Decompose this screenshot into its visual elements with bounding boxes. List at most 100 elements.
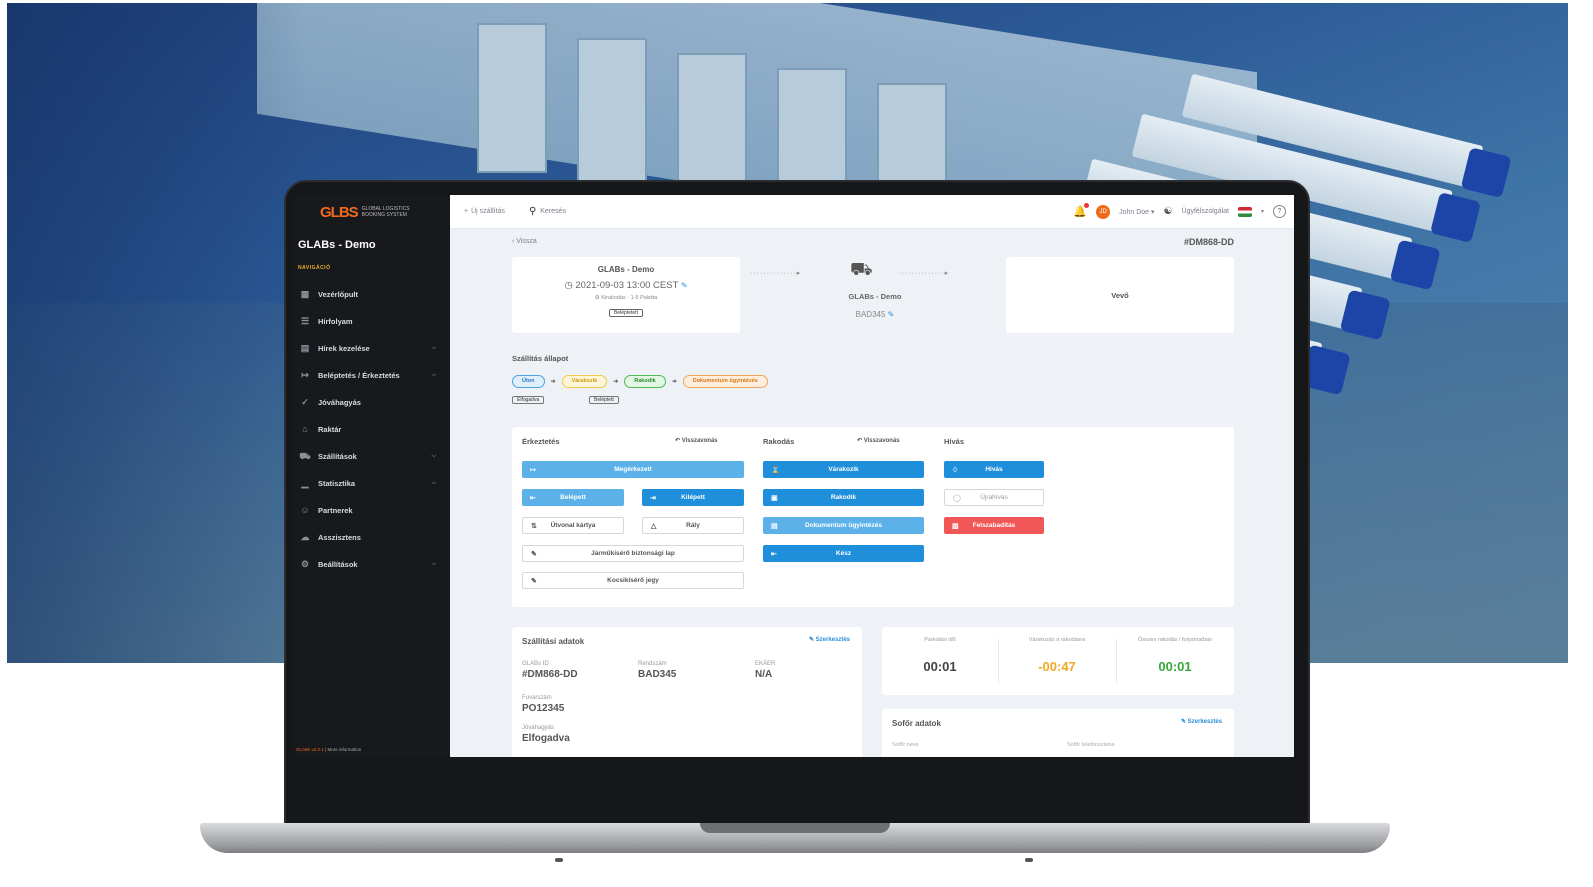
ramp-button[interactable]: △ Rály <box>642 517 744 534</box>
status-chip-waiting: Várakozik <box>561 375 608 388</box>
timer-value: 00:01 <box>923 659 957 674</box>
recall-icon: ◯ <box>953 494 961 502</box>
glabs-id-field: GLABs ID #DM868-DD <box>522 661 578 680</box>
back-link[interactable]: ‹ Vissza <box>512 238 537 245</box>
dock-door <box>477 23 547 173</box>
shipping-data-card: Szállítási adatok ✎ Szerkesztés GLABs ID… <box>512 627 862 757</box>
avatar[interactable]: JD <box>1096 204 1111 219</box>
arrived-label: Megérkezett <box>614 466 652 473</box>
help-icon[interactable]: ? <box>1273 205 1286 218</box>
edit-label: Szerkesztés <box>815 637 850 643</box>
edit-icon[interactable]: ✎ <box>888 310 895 319</box>
arrival-undo-button[interactable]: ↶ Visszavonás <box>675 437 718 444</box>
checked-out-button[interactable]: ⇥ Kilépett <box>642 489 744 506</box>
status-steps: Úton ➜ Várakozik ➜ Rakodik ➜ Dokumentum … <box>512 375 768 388</box>
news-icon: ☰ <box>300 316 310 326</box>
sidebar-item-4[interactable]: ✓ Jóváhagyás <box>292 389 450 416</box>
sidebar-item-10[interactable]: ⚙ Beállítások ⌵ <box>292 551 450 578</box>
bell-icon[interactable]: 🔔 <box>1073 203 1090 218</box>
settings-icon: ⚙ <box>300 559 310 569</box>
sidebar-item-9[interactable]: ☁ Asszisztens <box>292 524 450 551</box>
safety-sheet-button[interactable]: ✎ Járműkísérő biztonsági lap <box>522 545 744 562</box>
release-button[interactable]: ▧ Felszabadítás <box>944 517 1044 534</box>
search-button[interactable]: ⚲ Keresés <box>529 206 566 217</box>
hungarian-flag-icon[interactable] <box>1237 206 1252 217</box>
edit-icon[interactable]: ✎ <box>681 281 688 290</box>
ready-label: Kész <box>835 550 852 557</box>
arrived-button[interactable]: ↦ Megérkezett <box>522 461 744 478</box>
bell-icon: ♢ <box>952 466 959 474</box>
enter-icon: ⇤ <box>530 494 536 502</box>
arrow-icon: ➜ <box>613 379 619 385</box>
laptop-foot <box>1025 858 1033 862</box>
route-dashes-right: ··············▸ <box>898 270 950 277</box>
route-card-button[interactable]: ⇅ Útvonal kártya <box>522 517 624 534</box>
sidebar-item-label: Partnerek <box>318 506 353 515</box>
waybill-button[interactable]: ✎ Kocsikísérő jegy <box>522 572 744 589</box>
loading-undo-button[interactable]: ↶ Visszavonás <box>857 437 900 444</box>
documents-label: Dokumentum ügyintézés <box>805 522 882 529</box>
sidebar-item-7[interactable]: ▁ Statisztika ⌵ <box>292 470 450 497</box>
sidebar-footer: GLABs v2.0.1 | More information <box>296 747 361 752</box>
waiting-label: Várakozik <box>828 466 859 473</box>
timer-total: Összes rakodás / folyamatban 00:01 <box>1117 637 1233 674</box>
sidebar-item-1[interactable]: ☰ Hírfolyam <box>292 308 450 335</box>
more-info-link[interactable]: | More information <box>325 747 361 752</box>
news-manage-icon: ▤ <box>300 343 310 353</box>
recall-button[interactable]: ◯ Újrahívás <box>944 489 1044 506</box>
chevron-down-icon[interactable]: ▾ <box>1261 208 1264 215</box>
carrier-plate: BAD345 ✎ <box>750 310 1000 319</box>
app-logo[interactable]: GLBS GLOBAL LOGISTICS BOOKING SYSTEM <box>292 195 450 229</box>
timer-parking: Parkolási idő 00:01 <box>882 637 998 674</box>
sidebar: GLBS GLOBAL LOGISTICS BOOKING SYSTEM GLA… <box>292 195 450 757</box>
carrier-name: GLABs - Demo <box>848 292 902 301</box>
ready-button[interactable]: ⇤ Kész <box>763 545 924 562</box>
clock-icon: ◷ <box>564 280 573 291</box>
support-link[interactable]: Ügyfélszolgálat <box>1182 208 1229 215</box>
arrow-icon: ➜ <box>671 379 677 385</box>
driver-edit-button[interactable]: ✎ Szerkesztés <box>1181 718 1222 725</box>
field-label: EKÁER <box>755 661 776 667</box>
plate-value: BAD345 <box>855 310 886 319</box>
main-content: ‹ Vissza #DM868-DD GLABs - Demo ◷ 2021-0… <box>450 229 1294 757</box>
truck-icon: ⛟ <box>850 259 873 279</box>
call-label: Hívás <box>985 466 1003 473</box>
documents-button[interactable]: ▤ Dokumentum ügyintézés <box>763 517 924 534</box>
ekaer-field: EKÁER N/A <box>755 661 775 680</box>
route-card-label: Útvonal kártya <box>550 522 596 529</box>
field-value: N/A <box>755 669 773 680</box>
company-name: GLABs - Demo <box>298 239 376 251</box>
call-button[interactable]: ♢ Hívás <box>944 461 1044 478</box>
origin-company: GLABs - Demo <box>597 265 655 274</box>
exit-icon: ⇤ <box>771 550 777 558</box>
loading-button[interactable]: ▣ Rakodik <box>763 489 924 506</box>
user-menu[interactable]: John Doe ▾ <box>1119 208 1154 216</box>
field-value: PO12345 <box>522 703 565 714</box>
status-chip-loading: Rakodik <box>624 375 666 388</box>
approval-field: Jóváhagyás Elfogadva <box>522 725 570 744</box>
arrive-icon: ↦ <box>530 466 536 474</box>
driver-data-title: Sofőr adatok <box>892 719 941 728</box>
sidebar-item-label: Raktár <box>318 425 342 434</box>
sidebar-item-5[interactable]: ⌂ Raktár <box>292 416 450 443</box>
release-label: Felszabadítás <box>972 522 1016 529</box>
arrow-icon: ➜ <box>550 379 556 385</box>
sidebar-item-6[interactable]: ⛟ Szállítások ⌵ <box>292 443 450 470</box>
status-chip-documents: Dokumentum ügyintézés <box>682 375 768 388</box>
dock-door <box>577 38 647 188</box>
logo-mark: GLBS <box>320 203 359 221</box>
checkin-icon: ↦ <box>301 370 309 380</box>
driver-phone-label: Sofőr telefonszáma <box>1067 742 1115 748</box>
shipment-id: #DM868-DD <box>1183 237 1234 247</box>
waiting-button[interactable]: ⌛ Várakozik <box>763 461 924 478</box>
chart-icon: ▁ <box>301 478 309 488</box>
sidebar-item-2[interactable]: ▤ Hírek kezelése ⌵ <box>292 335 450 362</box>
sidebar-item-3[interactable]: ↦ Beléptetés / Érkeztetés ⌵ <box>292 362 450 389</box>
new-shipment-button[interactable]: + Új szállítás <box>464 208 505 215</box>
checked-in-button[interactable]: ⇤ Belépett <box>522 489 624 506</box>
field-value: #DM868-DD <box>522 669 578 680</box>
shipping-data-edit-button[interactable]: ✎ Szerkesztés <box>809 636 850 643</box>
sidebar-item-8[interactable]: ☺ Partnerek <box>292 497 450 524</box>
ramp-label: Rály <box>686 522 700 529</box>
sidebar-item-0[interactable]: ▦ Vezérlőpult <box>292 281 450 308</box>
